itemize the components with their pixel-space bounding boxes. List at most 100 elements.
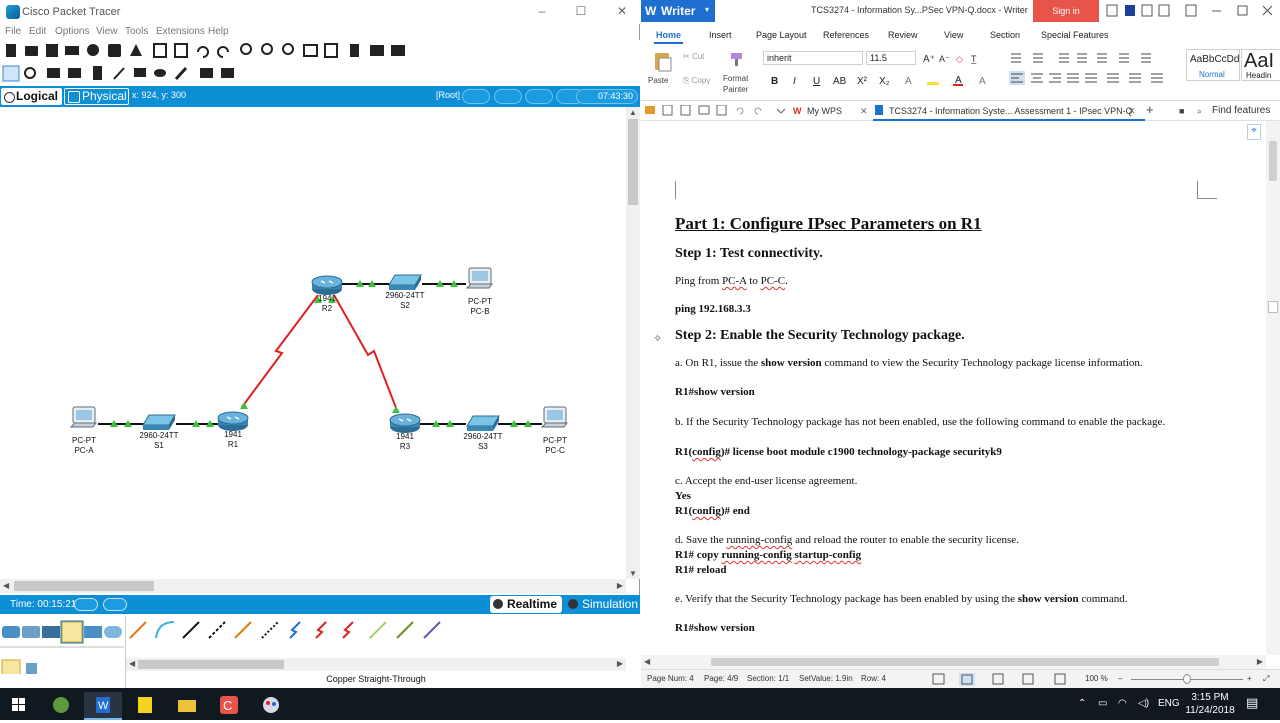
tab-home[interactable]: Home [653, 30, 684, 44]
menu-view[interactable]: View [96, 26, 118, 37]
maximize-icon[interactable]: ☐ [573, 4, 589, 18]
tab-physical[interactable]: Physical [64, 88, 129, 105]
device-s3[interactable]: 2960-24TTS3 [463, 415, 503, 451]
zoom-in-button[interactable]: + [1247, 674, 1252, 683]
device-pcc[interactable]: PC-PTPC-C [540, 406, 568, 455]
focus-mode-icon[interactable] [932, 673, 945, 685]
format-painter-label-2[interactable]: Painter [723, 85, 748, 94]
straight-through-cable-icon[interactable] [182, 621, 200, 639]
style-heading-1[interactable]: AaI Headin [1241, 49, 1280, 81]
chevron-down-icon[interactable]: ▾ [705, 5, 709, 14]
redo-icon[interactable] [754, 107, 762, 115]
taskbar-chrome-app[interactable]: C [210, 692, 248, 720]
menu-edit[interactable]: Edit [29, 26, 46, 37]
document-vertical-scrollbar[interactable] [1266, 121, 1280, 655]
close-icon[interactable]: ✕ [614, 4, 630, 18]
fit-page-icon[interactable]: ⤢ [1263, 674, 1269, 684]
menu-options[interactable]: Options [55, 26, 89, 37]
phone-cable-icon[interactable] [261, 621, 279, 639]
volume-icon[interactable]: ◁) [1138, 698, 1149, 709]
octal-cable-icon[interactable] [369, 621, 387, 639]
move-object-button[interactable] [494, 89, 522, 104]
realtime-mode-tab[interactable]: Realtime [490, 596, 562, 613]
device-pcb[interactable]: PC-PTPC-B [465, 267, 493, 316]
document-page[interactable]: ⌖ Part 1: Configure IPsec Parameters on … [641, 121, 1266, 655]
tab-current-document[interactable]: TCS3274 - Information Syste... Assessmen… [873, 103, 1145, 121]
device-r2[interactable]: 1941R2 [311, 275, 343, 313]
menu-help[interactable]: Help [208, 26, 229, 37]
customize-chevron-icon[interactable] [776, 108, 785, 114]
tab-special-features[interactable]: Special Features [1041, 30, 1109, 40]
battery-icon[interactable]: ▭ [1098, 698, 1107, 709]
notification-icon[interactable]: ■ [1179, 106, 1184, 116]
windows-start-icon[interactable] [0, 688, 38, 720]
close-icon[interactable] [1262, 5, 1273, 16]
taskbar-paint-app[interactable] [252, 692, 290, 720]
device-s1[interactable]: 2960-24TTS1 [139, 414, 179, 450]
skin-icon[interactable] [1106, 4, 1118, 17]
document-horizontal-scrollbar[interactable]: ◀ ▶ [641, 655, 1266, 669]
taskbar-clock[interactable]: 3:15 PM 11/24/2018 [1185, 691, 1235, 717]
outline-view-icon[interactable] [992, 673, 1004, 685]
undo-icon[interactable] [736, 107, 744, 115]
sign-in-button[interactable]: Sign in [1033, 0, 1099, 22]
selected-cable-icon[interactable] [1, 659, 21, 677]
close-document-tab-icon[interactable]: ✕ [1128, 106, 1136, 117]
find-features-button[interactable]: Find features [1212, 105, 1270, 116]
fiber-cable-icon[interactable] [234, 621, 252, 639]
crossover-cable-icon[interactable] [208, 621, 226, 639]
coaxial-cable-icon[interactable] [289, 621, 301, 639]
reading-mode-icon[interactable] [1054, 673, 1066, 685]
device-r1[interactable]: 1941R1 [217, 411, 249, 449]
new-cluster-button[interactable] [462, 89, 490, 104]
connections-icon[interactable] [61, 621, 83, 643]
topology-canvas[interactable]: PC-PT PC-A 2960-24TT S1 1941 R1 1941 R2 2960-24T… [0, 107, 626, 579]
grid-icon[interactable] [26, 663, 37, 674]
cable-list-scrollbar[interactable]: ◀ ▶ [126, 658, 626, 671]
cut-button[interactable]: ✂ Cut [683, 52, 704, 61]
web-layout-icon[interactable] [1022, 673, 1034, 685]
serial-link-r2-r3[interactable] [333, 294, 399, 414]
end-devices-icon[interactable] [22, 626, 40, 638]
serial-dte-cable-icon[interactable] [342, 621, 354, 639]
style-normal[interactable]: AaBbCcDd Normal [1186, 49, 1240, 81]
minimize-icon[interactable]: – [534, 4, 550, 18]
menu-file[interactable]: File [5, 26, 21, 37]
new-tab-icon[interactable]: + [1146, 102, 1154, 117]
copy-button[interactable]: ⎘ Copy [683, 76, 710, 86]
automatic-cable-icon[interactable] [129, 621, 147, 639]
taskbar-file-explorer[interactable] [168, 692, 206, 720]
tab-my-wps[interactable]: My WPS [807, 106, 842, 116]
print-preview-icon[interactable] [716, 105, 727, 116]
components-icon[interactable] [42, 626, 60, 638]
tab-section[interactable]: Section [990, 30, 1020, 40]
network-devices-icon[interactable] [2, 626, 20, 638]
scroll-mid-marker[interactable] [1268, 301, 1278, 313]
canvas-vertical-scrollbar[interactable]: ▲ ▼ [626, 107, 640, 579]
console-cable-icon[interactable] [155, 621, 175, 639]
taskbar-wps-writer[interactable]: W [84, 692, 122, 720]
tab-page-layout[interactable]: Page Layout [756, 30, 807, 40]
multiuser-icon[interactable] [104, 626, 122, 638]
font-size-combo[interactable]: 11.5 [866, 51, 916, 65]
tab-references[interactable]: References [823, 30, 869, 40]
menu-tools[interactable]: Tools [125, 26, 148, 37]
paste-icon[interactable] [653, 50, 673, 72]
maximize-icon[interactable] [1237, 5, 1248, 16]
open-icon[interactable] [645, 106, 655, 114]
set-tiled-background-button[interactable] [525, 89, 553, 104]
menu-extensions[interactable]: Extensions [156, 26, 205, 37]
fast-forward-button[interactable] [103, 598, 127, 611]
device-pca[interactable]: PC-PTPC-A [69, 406, 97, 455]
zoom-slider-handle[interactable] [1183, 674, 1191, 684]
device-r3[interactable]: 1941R3 [389, 413, 421, 451]
close-my-wps-icon[interactable]: ✕ [860, 106, 868, 117]
simulation-mode-tab[interactable]: Simulation [565, 596, 639, 613]
show-hidden-icons-chevron-icon[interactable]: ⌃ [1078, 698, 1086, 709]
location-pin-icon[interactable]: ⌖ [1247, 124, 1261, 140]
iot-cable-icon[interactable] [396, 621, 414, 639]
tab-review[interactable]: Review [888, 30, 918, 40]
restore-ribbon-icon[interactable] [1185, 4, 1197, 17]
root-breadcrumb[interactable]: [Root] [436, 90, 460, 100]
font-name-combo[interactable]: inherit [763, 51, 863, 65]
